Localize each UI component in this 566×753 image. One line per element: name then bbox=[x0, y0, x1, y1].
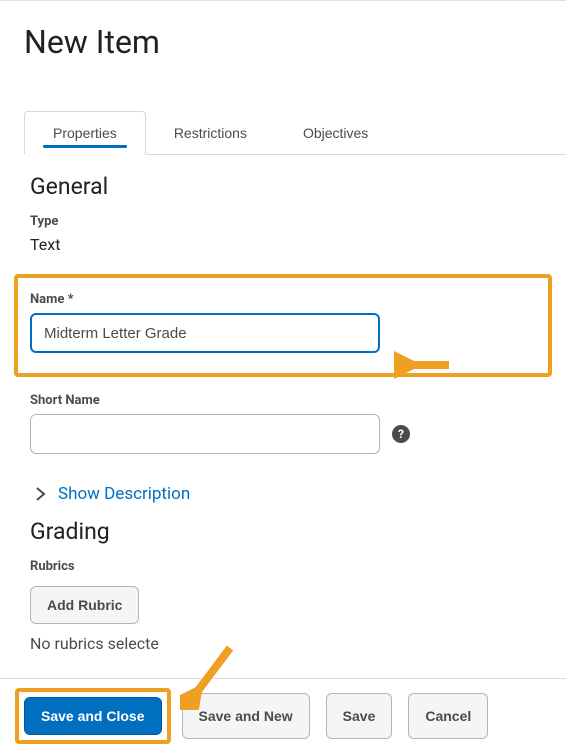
add-rubric-label: Add Rubric bbox=[47, 597, 122, 613]
show-description-label: Show Description bbox=[58, 484, 190, 504]
short-name-label: Short Name bbox=[30, 393, 536, 408]
name-highlight-annotation: Name * bbox=[14, 274, 552, 377]
name-input[interactable] bbox=[30, 313, 380, 353]
save-button[interactable]: Save bbox=[326, 693, 393, 739]
chevron-right-icon bbox=[36, 487, 46, 501]
tab-restrictions[interactable]: Restrictions bbox=[146, 111, 275, 154]
footer-bar: Save and Close Save and New Save Cancel bbox=[0, 678, 566, 753]
save-close-highlight-annotation: Save and Close bbox=[15, 688, 171, 744]
show-description-toggle[interactable]: Show Description bbox=[36, 484, 536, 504]
tab-objectives[interactable]: Objectives bbox=[275, 111, 396, 154]
save-label: Save bbox=[343, 708, 376, 724]
short-name-input[interactable] bbox=[30, 414, 380, 454]
type-value: Text bbox=[30, 235, 536, 254]
tabs-bar: Properties Restrictions Objectives bbox=[24, 111, 566, 155]
save-and-close-label: Save and Close bbox=[41, 708, 145, 724]
tab-properties-label: Properties bbox=[53, 125, 117, 141]
general-heading: General bbox=[30, 173, 536, 200]
tab-properties[interactable]: Properties bbox=[24, 111, 146, 155]
content-area: General Type Text Name * Short Name ? Sh… bbox=[0, 155, 566, 653]
tab-restrictions-label: Restrictions bbox=[174, 125, 247, 141]
tab-objectives-label: Objectives bbox=[303, 125, 368, 141]
save-and-new-button[interactable]: Save and New bbox=[182, 693, 310, 739]
name-label: Name * bbox=[30, 292, 536, 307]
no-rubrics-text: No rubrics selecte bbox=[30, 634, 536, 653]
type-label: Type bbox=[30, 214, 536, 229]
cancel-label: Cancel bbox=[425, 708, 471, 724]
help-icon[interactable]: ? bbox=[392, 425, 410, 443]
short-name-row: ? bbox=[30, 414, 536, 454]
page-title: New Item bbox=[0, 1, 566, 61]
rubrics-label: Rubrics bbox=[30, 559, 536, 574]
save-and-new-label: Save and New bbox=[199, 708, 293, 724]
add-rubric-button[interactable]: Add Rubric bbox=[30, 586, 139, 624]
cancel-button[interactable]: Cancel bbox=[408, 693, 488, 739]
save-and-close-button[interactable]: Save and Close bbox=[24, 697, 162, 735]
grading-heading: Grading bbox=[30, 518, 536, 545]
